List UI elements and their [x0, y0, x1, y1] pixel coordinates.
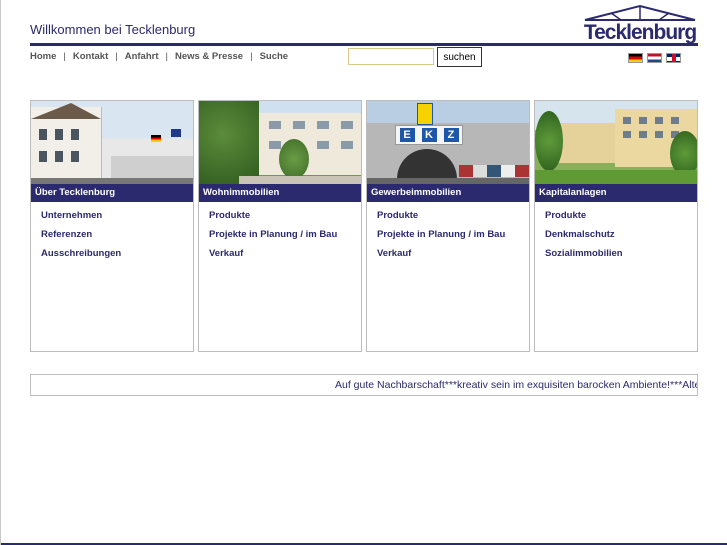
photo-window [293, 121, 305, 129]
photo-window [639, 117, 647, 124]
photo-window [71, 151, 79, 162]
photo-window [317, 141, 329, 149]
nav-news-presse[interactable]: News & Presse [175, 51, 243, 62]
link-produkte[interactable]: Produkte [209, 206, 361, 225]
nav-separator: | [165, 50, 168, 62]
photo-ground [31, 178, 193, 184]
nav-suche[interactable]: Suche [260, 51, 289, 62]
photo-window [623, 131, 631, 138]
tecklenburg-logo[interactable]: Tecklenburg [581, 4, 699, 46]
nav-kontakt[interactable]: Kontakt [73, 51, 108, 62]
photo-window [655, 131, 663, 138]
link-unternehmen[interactable]: Unternehmen [41, 206, 193, 225]
photo-tree [535, 111, 563, 171]
flag-netherlands-icon[interactable] [647, 53, 662, 63]
photo-window [55, 129, 63, 140]
photo-window [341, 141, 353, 149]
link-denkmalschutz[interactable]: Denkmalschutz [545, 225, 697, 244]
news-ticker[interactable]: Auf gute Nachbarschaft***kreativ sein im… [30, 374, 698, 396]
nav-separator: | [115, 50, 118, 62]
logo-text: Tecklenburg [583, 21, 697, 44]
box-title[interactable]: Gewerbeimmobilien [367, 184, 529, 202]
photo-window [269, 121, 281, 129]
photo-lawn [535, 170, 697, 184]
link-produkte[interactable]: Produkte [545, 206, 697, 225]
photo-window [623, 117, 631, 124]
photo-window [341, 121, 353, 129]
photo-tree [199, 101, 259, 184]
photo-flag-eu [171, 129, 181, 137]
photo-window [39, 151, 47, 162]
page-title: Willkommen bei Tecklenburg [30, 22, 196, 37]
link-ausschreibungen[interactable]: Ausschreibungen [41, 244, 193, 263]
flag-uk-icon[interactable] [666, 53, 681, 63]
category-boxes: Über Tecklenburg Unternehmen Referenzen … [30, 100, 698, 352]
search-input[interactable] [348, 48, 434, 65]
box-title[interactable]: Wohnimmobilien [199, 184, 361, 202]
box-ueber-tecklenburg: Über Tecklenburg Unternehmen Referenzen … [30, 100, 194, 352]
photo-window [269, 141, 281, 149]
photo-window [639, 131, 647, 138]
link-produkte[interactable]: Produkte [377, 206, 529, 225]
box-kapitalanlagen: Kapitalanlagen Produkte Denkmalschutz So… [534, 100, 698, 352]
photo-window [71, 129, 79, 140]
link-projekte[interactable]: Projekte in Planung / im Bau [209, 225, 361, 244]
photo-tree [279, 139, 309, 179]
flag-germany-icon[interactable] [628, 53, 643, 63]
photo-window [655, 117, 663, 124]
photo-window [39, 129, 47, 140]
sign-letter: Z [443, 128, 459, 142]
photo-window [55, 151, 63, 162]
link-sozialimmobilien[interactable]: Sozialimmobilien [545, 244, 697, 263]
photo-path [239, 176, 361, 184]
header-divider [30, 43, 698, 46]
top-navigation: Home | Kontakt | Anfahrt | News & Presse… [30, 49, 288, 63]
photo-ekz-sign: E K Z [395, 125, 463, 145]
nav-anfahrt[interactable]: Anfahrt [125, 51, 159, 62]
photo-roof [31, 103, 101, 119]
language-selector [628, 53, 681, 63]
box-title[interactable]: Über Tecklenburg [31, 184, 193, 202]
ticker-text[interactable]: Auf gute Nachbarschaft***kreativ sein im… [335, 375, 697, 395]
photo-cars [459, 165, 529, 177]
link-projekte[interactable]: Projekte in Planung / im Bau [377, 225, 529, 244]
box-gewerbeimmobilien: E K Z Gewerbeimmobilien Produkte Projekt… [366, 100, 530, 352]
photo-window [671, 117, 679, 124]
company-building-photo[interactable] [31, 101, 193, 184]
photo-window [317, 121, 329, 129]
sign-letter: E [399, 128, 415, 142]
link-referenzen[interactable]: Referenzen [41, 225, 193, 244]
box-links: Produkte Projekte in Planung / im Bau Ve… [367, 202, 529, 263]
nav-home[interactable]: Home [30, 51, 56, 62]
photo-flag-germany [151, 135, 161, 142]
box-links: Produkte Projekte in Planung / im Bau Ve… [199, 202, 361, 263]
sign-letter: K [421, 128, 437, 142]
box-title[interactable]: Kapitalanlagen [535, 184, 697, 202]
photo-edeka-sign [417, 103, 433, 125]
box-links: Produkte Denkmalschutz Sozialimmobilien [535, 202, 697, 263]
link-verkauf[interactable]: Verkauf [209, 244, 361, 263]
shopping-center-photo[interactable]: E K Z [367, 101, 529, 184]
box-links: Unternehmen Referenzen Ausschreibungen [31, 202, 193, 263]
box-wohnimmobilien: Wohnimmobilien Produkte Projekte in Plan… [198, 100, 362, 352]
investment-building-photo[interactable] [535, 101, 697, 184]
residential-building-photo[interactable] [199, 101, 361, 184]
nav-separator: | [250, 50, 253, 62]
link-verkauf[interactable]: Verkauf [377, 244, 529, 263]
search-button[interactable]: suchen [437, 47, 482, 67]
photo-building [259, 113, 361, 175]
nav-separator: | [63, 50, 66, 62]
photo-ground [367, 178, 529, 184]
